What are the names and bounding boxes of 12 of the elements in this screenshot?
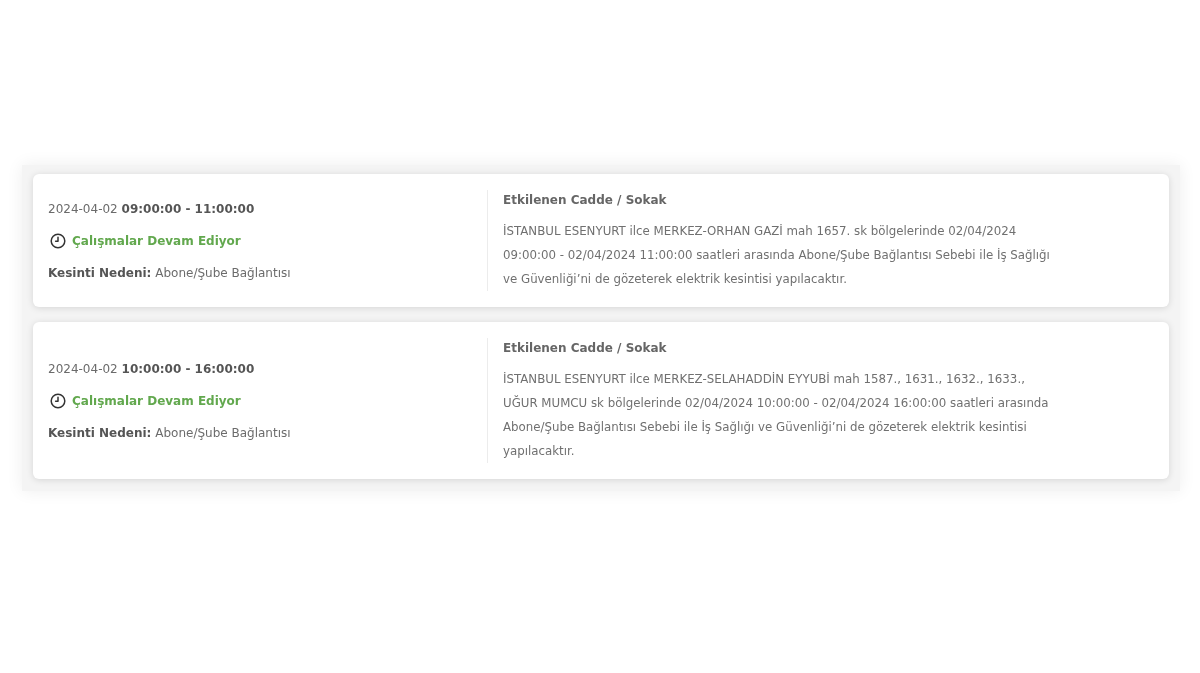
clock-icon: [50, 232, 66, 249]
clock-icon: [50, 392, 66, 409]
outage-time: 2024-04-02 09:00:00 - 11:00:00: [48, 200, 256, 218]
outage-reason: Kesinti Nedeni: Abone/Şube Bağlantısı: [48, 424, 292, 442]
outage-reason: Kesinti Nedeni: Abone/Şube Bağlantısı: [48, 264, 292, 282]
section-heading: Etkilenen Cadde / Sokak: [503, 340, 668, 357]
outage-description: İSTANBUL ESENYURT ilce MERKEZ-SELAHADDİN EYYUBİ mah 1587., 1631., 1632., 1633., UĞUR MUMCU sk bölgelerinde 02/04/2024 10:00:00 - 02/04/2024 16:00:00 saatleri arasında Abone/Şube Bağlantısı Sebebi ile İş Sağlığı ve Güvenliği’ni de gözeterek elektrik kesintisi yapılacaktır.: [503, 371, 1050, 460]
status-text: Çalışmalar Devam Ediyor: [72, 392, 241, 410]
outage-description: İSTANBUL ESENYURT ilce MERKEZ-ORHAN GAZİ mah 1657. sk bölgelerinde 02/04/2024 09:00:00 - 02/04/2024 11:00:00 saatleri arasında Abone/Şube Bağlantısı Sebebi ile İş Sağlığı ve Güvenliği’ni de gözeterek elektrik kesintisi yapılacaktır.: [503, 223, 1051, 288]
outage-time: 2024-04-02 10:00:00 - 16:00:00: [48, 360, 256, 378]
status-text: Çalışmalar Devam Ediyor: [72, 232, 241, 250]
section-heading: Etkilenen Cadde / Sokak: [503, 192, 668, 209]
